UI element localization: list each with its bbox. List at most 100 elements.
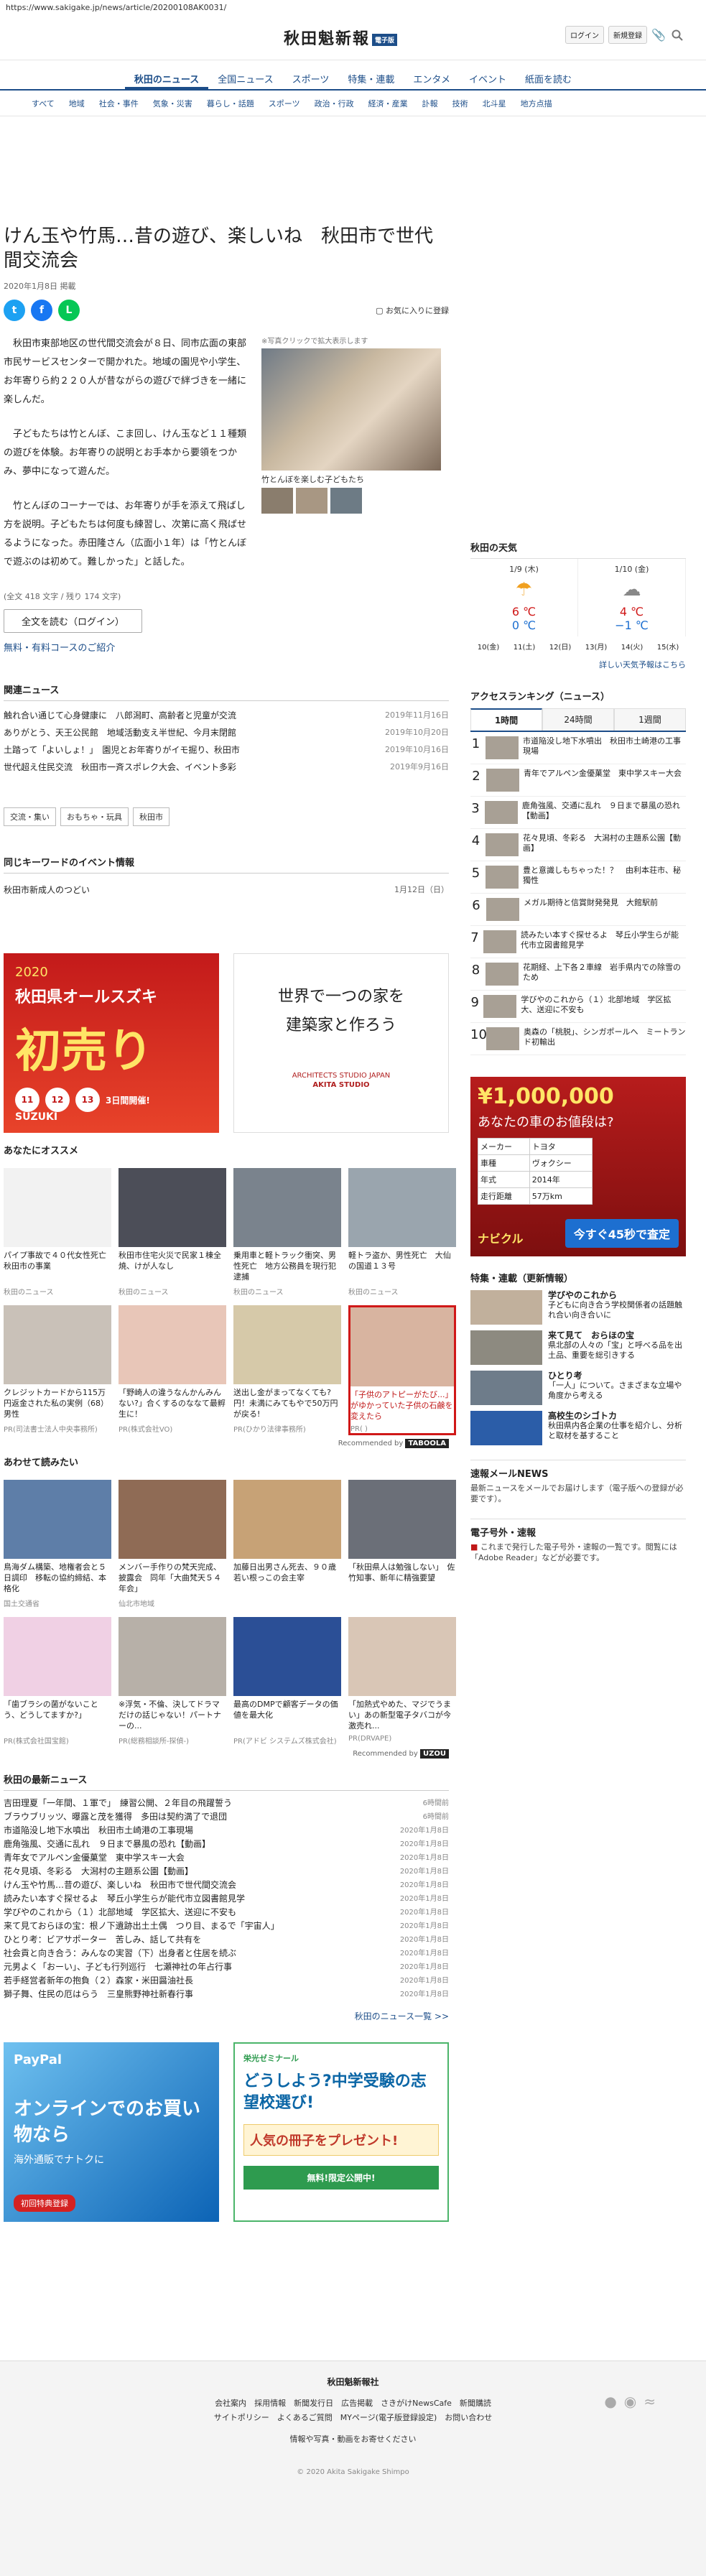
event-item[interactable]: 秋田市新成人のつどい 1月12日（日） — [4, 884, 449, 896]
line-share-icon[interactable]: L — [58, 300, 80, 321]
facebook-icon[interactable]: ◉ — [624, 2393, 636, 2410]
recommend-card[interactable]: 乗用車と軽トラック衝突、男性死亡 地方公務員を現行犯逮捕 秋田のニュース — [233, 1168, 341, 1297]
photo-thumbnail[interactable] — [296, 488, 328, 514]
register-button[interactable]: 新規登録 — [608, 26, 647, 44]
list-item[interactable]: 吉田理夏「一年間、１軍で」 練習公開、２年目の飛躍誓う 6時間前 — [4, 1797, 449, 1810]
list-item[interactable]: 花々見頃、冬彩る 大潟村の主題系公園【動画】 2020年1月8日 — [4, 1865, 449, 1878]
tag[interactable]: 秋田市 — [133, 807, 169, 826]
ranking-item[interactable]: 4 花々見頃、冬彩る 大潟村の主題系公園【動画】 — [470, 829, 686, 861]
recommend-card[interactable]: クレジットカードから115万円返金された私の実例（68）男性 PR(司法書士法人中… — [4, 1305, 111, 1435]
list-item[interactable]: けん玉や竹馬…昔の遊び、楽しいね 秋田市で世代間交流会 2020年1月8日 — [4, 1878, 449, 1892]
footer-links-1[interactable]: 会社案内 採用情報 新聞发行日 広告掲載 さきがけNewsCafe 新聞購読 — [0, 2396, 706, 2411]
list-item[interactable]: ひとり考：ビアサポーター 苦しみ、話して共有を 2020年1月8日 — [4, 1933, 449, 1947]
photo-thumbnail[interactable] — [330, 488, 362, 514]
subnav-obituary[interactable]: 訃報 — [422, 98, 438, 108]
subnav-hokutosei[interactable]: 北斗星 — [483, 98, 506, 108]
also-read-card[interactable]: 「加熱式やめた、マジでうまい」あの新型電子タバコが今激売れ... PR(DRVAP… — [348, 1617, 456, 1746]
list-item[interactable]: 若手経営者新年の抱負（２）森家・米田醤油社長 2020年1月8日 — [4, 1974, 449, 1988]
also-read-card[interactable]: 加藤日出男さん死去、９０歳 若い根っこの会主宰 — [233, 1480, 341, 1608]
list-item[interactable]: 世代超え住民交流 秋田市一斉スポレク大会、イベント多彩 2019年9月16日 — [4, 759, 449, 776]
feature-item[interactable]: 学びやのこれから 子どもに向き合う学校関係者の話題触れ合い向き合いに — [470, 1290, 686, 1325]
ranking-item[interactable]: 9 学びやのこれから（１）北部地域 学区拡大、送迎に不安も — [470, 991, 686, 1023]
ranking-item[interactable]: 2 青年でアルペン金優菓堂 東中学スキー大会 — [470, 764, 686, 797]
uzou-credit[interactable]: Recommended by UZOU — [4, 1749, 449, 1759]
architect-ad[interactable]: 世界で一つの家を 建築家と作ろう ARCHITECTS STUDIO JAPAN… — [233, 953, 449, 1133]
also-read-card[interactable]: 鳥海ダム構築、地権者会と５日調印 移転の協約締結、本格化 国土交通省 — [4, 1480, 111, 1608]
more-news-link[interactable]: 秋田のニュース一覧 >> — [4, 2010, 449, 2022]
tab-1hour[interactable]: 1時間 — [470, 708, 542, 731]
feature-item[interactable]: 来て見て おらほの宝 県北部の人々の「宝」と呼べる品を出土品、重要を総引きする — [470, 1330, 686, 1365]
subnav-economy[interactable]: 経済・産業 — [368, 98, 408, 108]
subnav-region[interactable]: 地域 — [69, 98, 85, 108]
subnav-life[interactable]: 暮らし・話題 — [207, 98, 254, 108]
site-logo[interactable]: 秋田魁新報 電子版 — [284, 26, 398, 49]
ranking-item[interactable]: 3 鹿角強風、交通に乱れ ９日まで暴風の恐れ【動画】 — [470, 797, 686, 829]
favorite-button[interactable]: ▢ お気に入りに登録 — [376, 305, 449, 316]
subnav-weather[interactable]: 気象・災害 — [153, 98, 192, 108]
recommend-card[interactable]: 秋田市住宅火災で民家１棟全焼、けが人なし 秋田のニュース — [119, 1168, 226, 1297]
nav-events[interactable]: イベント — [460, 66, 516, 89]
recommend-card[interactable]: 送出し金がまってなくても?円！未満にみてもやで50万円が戻る! PR(ひかり法律事… — [233, 1305, 341, 1435]
login-button[interactable]: ログイン — [565, 26, 604, 44]
tag[interactable]: 交流・集い — [4, 807, 56, 826]
photo-thumbnail[interactable] — [261, 488, 293, 514]
article-main-photo[interactable] — [261, 348, 441, 471]
subnav-local[interactable]: 地方点描 — [521, 98, 552, 108]
also-read-card[interactable]: 「秋田県人は勉強しない」 佐竹知事、新年に精強要望 — [348, 1480, 456, 1608]
twitter-icon[interactable]: ● — [604, 2393, 616, 2410]
search-icon[interactable] — [670, 28, 684, 42]
subnav-all[interactable]: すべて — [32, 98, 55, 108]
tab-24hours[interactable]: 24時間 — [542, 708, 614, 731]
list-item[interactable]: 青年女でアルペン金優菓堂 東中学スキー大会 2020年1月8日 — [4, 1851, 449, 1865]
list-item[interactable]: 市道陥没し地下水噴出 秋田市土崎港の工事現場 2020年1月8日 — [4, 1824, 449, 1838]
nav-sports[interactable]: スポーツ — [283, 66, 339, 89]
feature-item[interactable]: 高校生のシゴトカ 秋田県内各企業の仕事を紹介し、分析と取材を基すること — [470, 1411, 686, 1445]
ranking-item[interactable]: 6 メガル期待と信賞財発発見 大館駅前 — [470, 894, 686, 926]
footer-links-3[interactable]: 情報や写真・動画をお寄せください — [0, 2432, 706, 2447]
subnav-sports[interactable]: スポーツ — [269, 98, 300, 108]
nav-features[interactable]: 特集・連載 — [338, 66, 404, 89]
list-item[interactable]: 鹿角強風、交通に乱れ ９日まで暴風の恐れ【動画】 2020年1月8日 — [4, 1838, 449, 1851]
nav-read-paper[interactable]: 紙面を読む — [516, 66, 581, 89]
mail-news-block[interactable]: 速報メールNEWS 最新ニュースをメールでお届けします（電子版への登録が必要です… — [470, 1460, 686, 1504]
ranking-item[interactable]: 7 読みたい本すぐ探せるよ 琴丘小学生らが能代市立図書館見学 — [470, 926, 686, 958]
tag[interactable]: おもちゃ・玩具 — [60, 807, 129, 826]
list-item[interactable]: 獅子舞、住民の厄はらう 三皇熊野神社新春行事 2020年1月8日 — [4, 1988, 449, 2001]
nav-akita-news[interactable]: 秋田のニュース — [124, 66, 209, 89]
course-link[interactable]: 無料・有料コースのご紹介 — [4, 640, 449, 654]
paperclip-icon[interactable]: 📎 — [651, 28, 666, 42]
also-read-card[interactable]: 「歯ブラシの菌がないことう、どうしてますか?」 PR(株式会社国宝館) — [4, 1617, 111, 1746]
ranking-item[interactable]: 10 奥森の「桃脱」、シンガポールへ ミートランド初輸出 — [470, 1023, 686, 1055]
recommend-card-highlighted[interactable]: 「子供のアトピーがたび...」がゆかっていた子供の石鹸を変えたら PR( ) — [348, 1305, 456, 1435]
list-item[interactable]: 土踏って「よいしょ！」 園児とお年寄りがイモ掘り、秋田市 2019年10月16日 — [4, 741, 449, 759]
list-item[interactable]: ありがとう、天王公民館 地域活動支え半世紀、今月末閉館 2019年10月20日 — [4, 724, 449, 741]
list-item[interactable]: 来て見ておらほの宝：根ノ下遺跡出土土偶 つり目、まるで「宇宙人」 2020年1月8… — [4, 1919, 449, 1933]
paypal-ad[interactable]: PayPal オンラインでのお買い物なら 海外通販でナトクに 初回特典登録 — [4, 2042, 219, 2222]
also-read-card[interactable]: ※浮気・不倫、決してドラマだけの話じゃない！パートナーの... PR(総務相談所-… — [119, 1617, 226, 1746]
ranking-item[interactable]: 5 豊と意識しもちゃった！？ 由利本荘市、秘獨性 — [470, 861, 686, 894]
ranking-item[interactable]: 8 花期経、上下各２車線 岩手県内での除雪のため — [470, 958, 686, 991]
list-item[interactable]: 学びやのこれから（１）北部地域 学区拡大、送迎に不安も 2020年1月8日 — [4, 1906, 449, 1919]
list-item[interactable]: ブラウブリッツ、曝露と茂を獲得 多田は契約満了で退団 6時間前 — [4, 1810, 449, 1824]
list-item[interactable]: 社会貢と向き合う：みんなの実習（下）出身者と住居を続ぶ 2020年1月8日 — [4, 1947, 449, 1960]
twitter-share-icon[interactable]: t — [4, 300, 25, 321]
subnav-society[interactable]: 社会・事件 — [99, 98, 139, 108]
pdf-edition-block[interactable]: 電子号外・速報 ■ これまで発行した電子号外・速報の一覧です。閲覧には「Adob… — [470, 1519, 686, 1563]
eikoh-ad[interactable]: 栄光ゼミナール どうしよう?中学受験の志望校選び! 人気の冊子をプレゼント! 無… — [233, 2042, 449, 2222]
subnav-politics[interactable]: 政治・行政 — [315, 98, 354, 108]
list-item[interactable]: 読みたい本すぐ探せるよ 琴丘小学生らが能代市立図書館見学 2020年1月8日 — [4, 1892, 449, 1906]
list-item[interactable]: 触れ合い通じて心身健康に 八郎潟町、高齢者と児童が交流 2019年11月16日 — [4, 707, 449, 724]
list-item[interactable]: 元男よく「おーい」、子ども行列巡行 七瀬神社の年占行事 2020年1月8日 — [4, 1960, 449, 1974]
taboola-credit[interactable]: Recommended by TABOOLA — [4, 1439, 449, 1448]
suzuki-ad[interactable]: 2020 秋田県オールスズキ 初売り 11 12 13 3日間開催! SUZUK… — [4, 953, 219, 1133]
read-full-button[interactable]: 全文を読む（ログイン） — [4, 609, 143, 633]
also-read-card[interactable]: 最高のDMPで顧客データの価値を最大化 PR(アドビ システムズ株式会社) — [233, 1617, 341, 1746]
feature-item[interactable]: ひとり考 「一人」について。さまざまな立場や角度から考える — [470, 1371, 686, 1405]
car-ad[interactable]: ¥1,000,000 あなたの車のお値段は? メーカー トヨタ 車種 ヴォクシー 年… — [470, 1077, 686, 1256]
tab-1week[interactable]: 1週間 — [614, 708, 686, 731]
also-read-card[interactable]: メンバー手作りの梵天完成、披露会 同年「大曲梵天５４年会」 仙北市地域 — [119, 1480, 226, 1608]
nav-entertainment[interactable]: エンタメ — [404, 66, 460, 89]
subnav-tech[interactable]: 技術 — [452, 98, 468, 108]
footer-links-2[interactable]: サイトポリシー よくあるご質問 MYページ(電子版登録設定) お問い合わせ — [0, 2411, 706, 2425]
nav-national-news[interactable]: 全国ニュース — [208, 66, 282, 89]
